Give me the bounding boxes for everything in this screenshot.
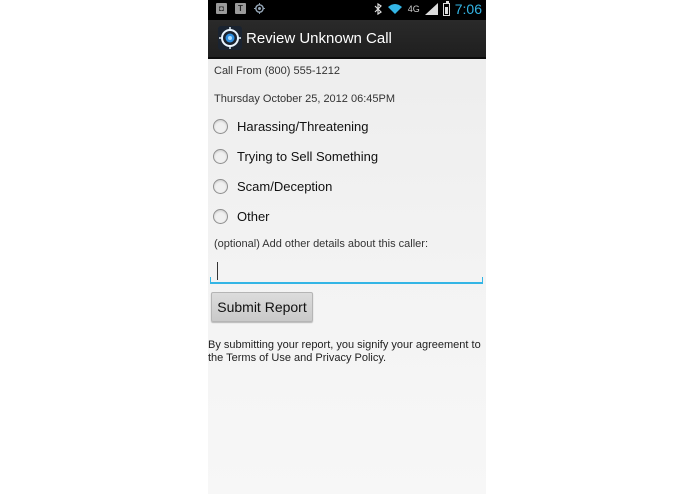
page-title: Review Unknown Call [246, 30, 392, 47]
terms-notice: By submitting your report, you signify y… [208, 339, 481, 364]
radio-option-label: Other [237, 208, 270, 224]
text-cursor [217, 262, 218, 280]
notification-icon: T [235, 3, 246, 14]
bluetooth-icon [374, 3, 382, 15]
network-type-label: 4G [407, 3, 420, 14]
wifi-icon [387, 4, 402, 14]
radio-button[interactable] [213, 148, 228, 164]
phone-screen: ◘ T 4G 7:06 Review Unknown Call Call Fro… [208, 0, 486, 494]
radio-option-label: Harassing/Threatening [237, 118, 369, 134]
status-right-icons: 4G 7:06 [374, 0, 482, 17]
radio-option-harassing[interactable]: Harassing/Threatening [208, 112, 486, 140]
screenshot-icon: ◘ [216, 3, 227, 14]
submit-report-button[interactable]: Submit Report [211, 292, 313, 322]
radio-option-other[interactable]: Other [208, 202, 486, 230]
radio-button[interactable] [213, 118, 228, 134]
call-from-text: Call From (800) 555-1212 [214, 65, 340, 77]
details-label: (optional) Add other details about this … [214, 238, 429, 250]
input-underline-right-edge [482, 277, 483, 284]
radio-button[interactable] [213, 178, 228, 194]
status-time: 7:06 [454, 1, 482, 17]
call-datetime-text: Thursday October 25, 2012 06:45PM [214, 93, 395, 105]
radio-option-label: Trying to Sell Something [237, 148, 379, 164]
battery-icon [442, 0, 450, 16]
radio-option-label: Scam/Deception [237, 178, 333, 194]
input-underline-left-edge [210, 277, 211, 284]
radio-button[interactable] [213, 208, 228, 224]
status-bar: ◘ T 4G 7:06 [208, 0, 486, 20]
signal-icon [424, 3, 438, 15]
status-left-icons: ◘ T [216, 3, 265, 14]
gps-icon [254, 3, 265, 14]
details-input[interactable] [210, 257, 483, 284]
radio-option-scam[interactable]: Scam/Deception [208, 172, 486, 200]
action-bar: Review Unknown Call [208, 20, 486, 59]
radio-option-selling[interactable]: Trying to Sell Something [208, 142, 486, 170]
app-target-icon [218, 26, 242, 50]
